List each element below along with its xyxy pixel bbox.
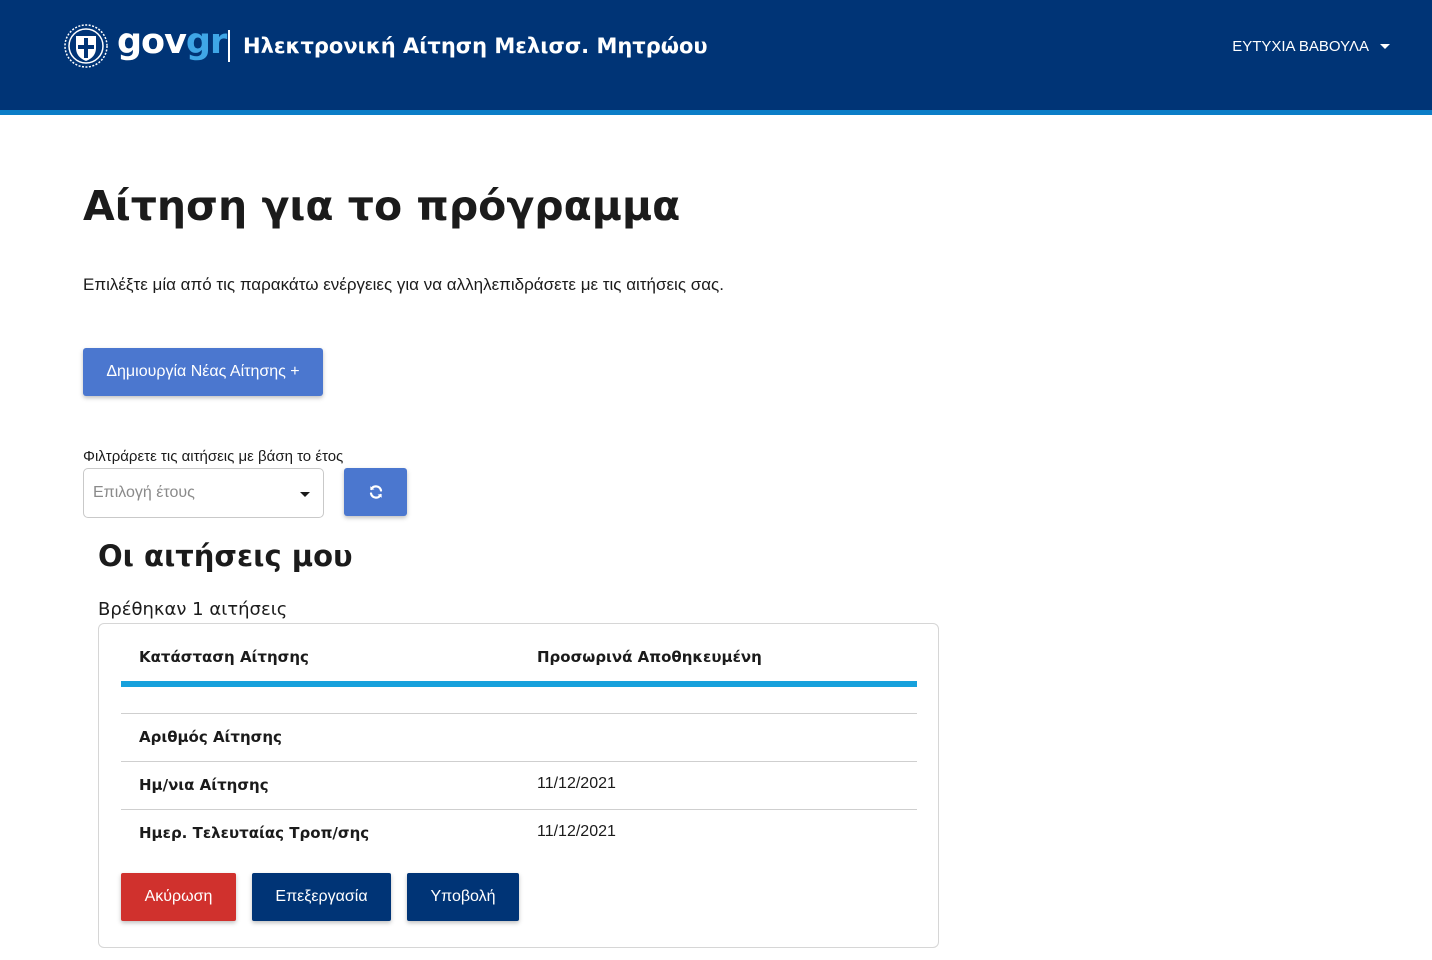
logo-gr-text: gr <box>185 22 227 62</box>
app-title[interactable]: Ηλεκτρονική Αίτηση Μελισσ. Μητρώου <box>243 30 708 62</box>
application-date-row: Ημ/νια Αίτησης 11/12/2021 <box>121 762 917 809</box>
year-filter-label: Φιλτράρετε τις αιτήσεις με βάση το έτος <box>83 448 344 465</box>
application-date-value: 11/12/2021 <box>537 775 616 792</box>
intro-text: Επιλέξτε μία από τις παρακάτω ενέργειες … <box>83 275 724 294</box>
chevron-down-icon <box>1380 43 1390 49</box>
top-header: govgr Ηλεκτρονική Αίτηση Μελισσ. Μητρώου… <box>0 0 1432 110</box>
submit-application-button[interactable]: Υποβολή <box>407 873 519 921</box>
user-name: ΕΥΤΥΧΙΑ ΒΑΒΟΥΛΑ <box>1232 37 1369 55</box>
application-card: Κατάσταση Αίτησης Προσωρινά Αποθηκευμένη… <box>98 623 939 948</box>
last-modified-row: Ημερ. Τελευταίας Τροπ/σης 11/12/2021 <box>121 810 917 857</box>
govgr-logo[interactable]: govgr <box>117 18 227 66</box>
application-date-label: Ημ/νια Αίτησης <box>139 776 269 794</box>
last-modified-value: 11/12/2021 <box>537 823 616 840</box>
applications-found-count: Βρέθηκαν 1 αιτήσεις <box>98 599 288 620</box>
status-accent-bar <box>121 681 917 687</box>
greek-emblem-icon[interactable] <box>64 24 108 68</box>
application-number-row: Αριθμός Αίτησης <box>121 714 917 761</box>
status-label: Κατάσταση Αίτησης <box>139 648 309 666</box>
caret-down-icon <box>300 492 310 497</box>
year-select-placeholder: Επιλογή έτους <box>93 484 195 501</box>
refresh-icon <box>369 485 382 499</box>
my-applications-title: Οι αιτήσεις μου <box>98 539 353 573</box>
logo-divider <box>228 30 230 62</box>
edit-application-button[interactable]: Επεξεργασία <box>252 873 391 921</box>
year-select[interactable]: Επιλογή έτους <box>83 468 324 518</box>
header-stripe <box>0 110 1432 115</box>
application-number-label: Αριθμός Αίτησης <box>139 728 282 746</box>
status-row: Κατάσταση Αίτησης Προσωρινά Αποθηκευμένη <box>121 644 917 670</box>
status-value: Προσωρινά Αποθηκευμένη <box>537 648 762 666</box>
user-menu[interactable]: ΕΥΤΥΧΙΑ ΒΑΒΟΥΛΑ <box>1232 34 1390 58</box>
last-modified-label: Ημερ. Τελευταίας Τροπ/σης <box>139 824 370 842</box>
refresh-button[interactable] <box>344 468 407 516</box>
new-application-button[interactable]: Δημιουργία Νέας Αίτησης + <box>83 348 323 396</box>
logo-gov-text: gov <box>117 22 187 62</box>
page-title: Αίτηση για το πρόγραμμα <box>83 182 681 230</box>
cancel-application-button[interactable]: Ακύρωση <box>121 873 236 921</box>
